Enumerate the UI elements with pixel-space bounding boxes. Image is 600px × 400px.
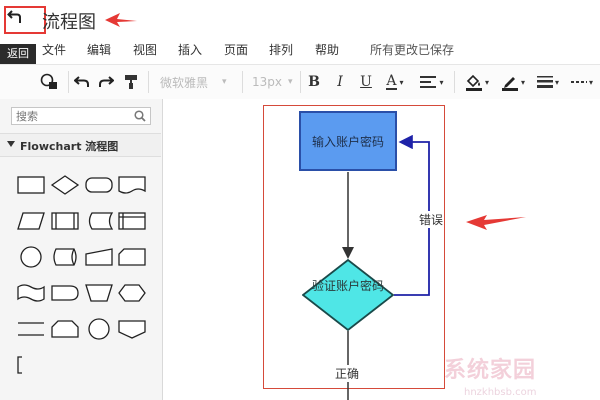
undo-button[interactable]	[72, 72, 92, 92]
save-status: 所有更改已保存	[370, 43, 455, 57]
chevron-down-icon: ▾	[588, 77, 593, 87]
chevron-down-icon: ▾	[288, 77, 293, 87]
caret-down-icon	[7, 141, 15, 147]
shape-direct-data[interactable]	[50, 245, 80, 269]
back-arrow-icon	[7, 10, 21, 23]
menu-page[interactable]: 页面	[224, 41, 248, 58]
back-tooltip: 返回	[0, 44, 36, 64]
flowchart-section-header[interactable]: Flowchart 流程图	[0, 133, 161, 157]
chevron-down-icon: ▾	[554, 77, 559, 87]
menu-arrange[interactable]: 排列	[269, 41, 293, 58]
line-width-icon	[536, 76, 553, 88]
underline-button[interactable]: U	[358, 72, 374, 92]
format-painter-button[interactable]	[121, 72, 141, 92]
format-painter-icon	[125, 75, 137, 89]
toolbar-divider	[242, 71, 243, 93]
chevron-down-icon: ▾	[439, 77, 444, 87]
toolbar-divider	[68, 71, 69, 93]
toolbar-divider	[300, 71, 301, 93]
bold-button[interactable]: B	[306, 72, 322, 92]
shape-search-box	[11, 107, 151, 125]
chevron-down-icon: ▾	[222, 77, 227, 87]
annotation-arrow-icon	[466, 215, 526, 230]
menu-bar: 文件 编辑 视图 插入 页面 排列 帮助 所有更改已保存	[0, 38, 600, 60]
shape-document[interactable]	[117, 173, 147, 197]
shape-decision[interactable]	[50, 173, 80, 197]
text-align-button[interactable]: ▾	[418, 72, 446, 92]
shape-grid	[0, 165, 162, 395]
undo-icon	[74, 76, 89, 87]
title-bar: 流程图	[0, 0, 600, 38]
font-color-icon: A	[386, 73, 397, 90]
shape-manual-input[interactable]	[84, 245, 114, 269]
annotation-arrow-icon	[105, 13, 137, 27]
font-family-select[interactable]: 微软雅黑 ▾	[160, 72, 238, 92]
shape-parallel-mode[interactable]	[16, 317, 46, 341]
node-verify-credentials[interactable]: 验证账户密码	[301, 258, 395, 332]
font-size-value: 13px	[252, 75, 282, 89]
shape-data-io[interactable]	[16, 209, 46, 233]
shape-or-connector[interactable]	[84, 317, 114, 341]
toolbar: 微软雅黑 ▾ 13px ▾ B I U A ▾ ▾ ▾ ▾ ▾ ▾	[0, 64, 600, 100]
font-size-select[interactable]: 13px ▾	[252, 72, 296, 92]
italic-button[interactable]: I	[332, 72, 348, 92]
toolbar-divider	[148, 71, 149, 93]
node-input-label: 输入账户密码	[311, 134, 384, 149]
edge-ok-label[interactable]: 正确	[334, 365, 361, 382]
font-family-value: 微软雅黑	[160, 75, 209, 90]
shape-search-input[interactable]	[12, 108, 130, 124]
menu-view[interactable]: 视图	[133, 41, 157, 58]
shape-stored-data[interactable]	[84, 209, 114, 233]
shape-card[interactable]	[117, 245, 147, 269]
shape-predefined-process[interactable]	[50, 209, 80, 233]
font-color-button[interactable]: A ▾	[382, 72, 408, 92]
node-verify-label: 验证账户密码	[312, 279, 385, 293]
shape-style-icon	[40, 73, 57, 89]
watermark-logo: 系统家园	[444, 358, 537, 383]
fill-color-button[interactable]: ▾	[462, 72, 492, 92]
back-button[interactable]	[5, 7, 25, 27]
chevron-down-icon: ▾	[484, 77, 489, 87]
chevron-down-icon: ▾	[520, 77, 525, 87]
menu-insert[interactable]: 插入	[178, 41, 202, 58]
menu-file[interactable]: 文件	[42, 41, 66, 58]
shape-preparation[interactable]	[117, 281, 147, 305]
document-title[interactable]: 流程图	[42, 8, 96, 34]
decision-shape	[301, 258, 395, 332]
watermark-url: hnzkhbsb.com	[464, 387, 537, 398]
shape-punched-tape[interactable]	[16, 281, 46, 305]
shape-process[interactable]	[16, 173, 46, 197]
chevron-down-icon: ▾	[399, 77, 404, 87]
format-style-button[interactable]	[38, 72, 62, 92]
line-color-button[interactable]: ▾	[498, 72, 528, 92]
node-input-credentials[interactable]: 输入账户密码	[299, 111, 397, 171]
toolbar-divider	[454, 71, 455, 93]
redo-icon	[99, 76, 114, 87]
shape-connector[interactable]	[16, 245, 46, 269]
search-icon[interactable]	[134, 110, 146, 122]
shape-loop-limit[interactable]	[50, 317, 80, 341]
shape-off-page-connector[interactable]	[117, 317, 147, 341]
section-title: Flowchart 流程图	[20, 140, 119, 153]
paint-bucket-icon	[465, 74, 482, 91]
line-width-button[interactable]: ▾	[534, 72, 562, 92]
shape-delay[interactable]	[50, 281, 80, 305]
line-style-button[interactable]: ▾	[568, 72, 596, 92]
align-left-icon	[420, 76, 437, 88]
shape-manual-operation[interactable]	[84, 281, 114, 305]
shape-terminator[interactable]	[84, 173, 114, 197]
edge-error-label[interactable]: 错误	[418, 211, 445, 228]
menu-help[interactable]: 帮助	[315, 41, 339, 58]
dashed-line-icon	[570, 81, 587, 83]
menu-edit[interactable]: 编辑	[87, 41, 111, 58]
shape-annotation[interactable]	[12, 353, 42, 377]
redo-button[interactable]	[96, 72, 116, 92]
shape-internal-storage[interactable]	[117, 209, 147, 233]
shape-library-sidebar: Flowchart 流程图	[0, 99, 163, 400]
pen-icon	[501, 77, 518, 91]
